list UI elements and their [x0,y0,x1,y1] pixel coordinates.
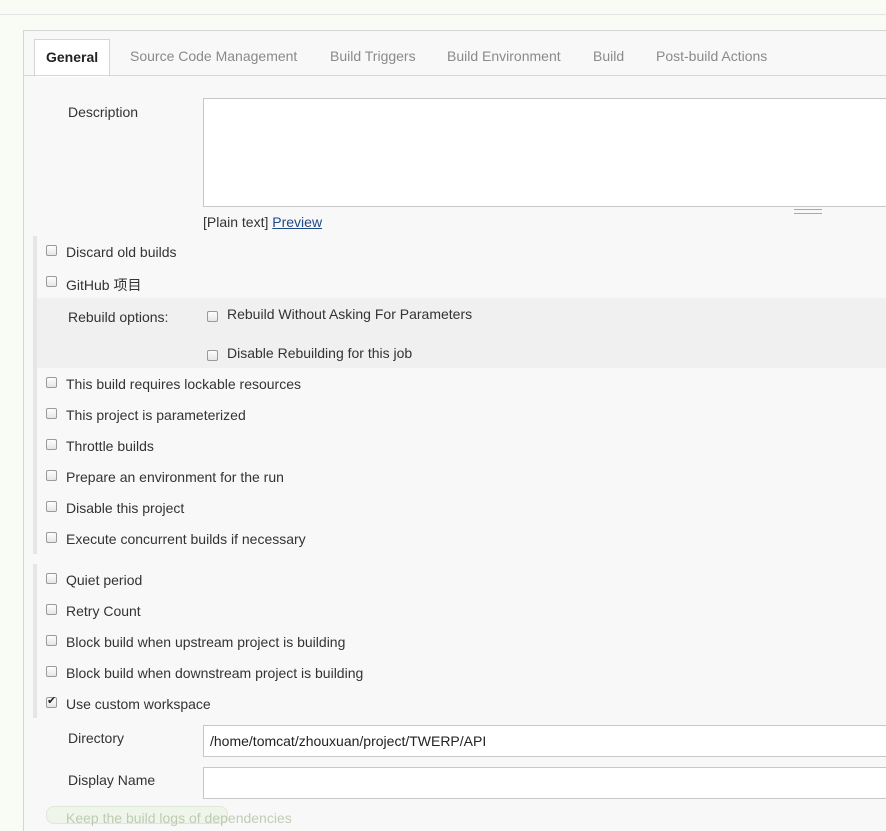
tab-underline [24,75,886,76]
block-upstream-checkbox[interactable] [46,635,57,646]
block-upstream-label: Block build when upstream project is bui… [66,634,346,650]
tab-build[interactable]: Build [593,39,624,75]
throttle-builds-checkbox[interactable] [46,439,57,450]
parameterized-checkbox[interactable] [46,408,57,419]
top-divider [0,14,886,15]
disable-project-checkbox[interactable] [46,501,57,512]
block-downstream-label: Block build when downstream project is b… [66,665,364,681]
directory-label: Directory [68,730,125,746]
section-bar-1 [33,236,37,554]
tab-post-build-actions[interactable]: Post-build Actions [656,39,767,75]
plain-text-label: [Plain text] [203,214,269,230]
prepare-environment-label: Prepare an environment for the run [66,469,284,485]
discard-old-builds-label: Discard old builds [66,244,177,260]
lockable-resources-checkbox[interactable] [46,377,57,388]
rebuild-without-asking-checkbox[interactable] [207,311,218,322]
throttle-builds-label: Throttle builds [66,438,154,454]
rebuild-without-asking-label: Rebuild Without Asking For Parameters [227,306,473,322]
prepare-environment-checkbox[interactable] [46,470,57,481]
tab-build-environment[interactable]: Build Environment [447,39,561,75]
lockable-resources-label: This build requires lockable resources [66,376,301,392]
description-label: Description [68,104,139,120]
custom-workspace-label: Use custom workspace [66,696,211,712]
disable-project-label: Disable this project [66,500,185,516]
display-name-input[interactable] [203,767,886,799]
quiet-period-checkbox[interactable] [46,573,57,584]
retry-count-checkbox[interactable] [46,604,57,615]
directory-input[interactable]: /home/tomcat/zhouxuan/project/TWERP/API [203,725,886,757]
tab-general[interactable]: General [34,39,111,77]
tab-build-triggers[interactable]: Build Triggers [330,39,416,75]
disable-rebuilding-checkbox[interactable] [207,350,218,361]
section-bar-2 [33,564,37,718]
preview-link[interactable]: Preview [272,214,322,230]
concurrent-builds-checkbox[interactable] [46,532,57,543]
discard-old-builds-checkbox[interactable] [46,245,57,256]
custom-workspace-checkbox[interactable] [46,694,57,708]
retry-count-label: Retry Count [66,603,141,619]
tab-source-code-management[interactable]: Source Code Management [130,39,297,75]
keep-build-logs-label: Keep the build logs of dependencies [66,810,292,826]
parameterized-label: This project is parameterized [66,407,246,423]
github-project-label: GitHub 项目 [66,277,142,293]
disable-rebuilding-label: Disable Rebuilding for this job [227,345,413,361]
concurrent-builds-label: Execute concurrent builds if necessary [66,531,306,547]
job-config-panel: General Source Code Management Build Tri… [23,30,886,831]
github-project-checkbox[interactable] [46,276,57,287]
plain-text-hint: [Plain text] Preview [203,214,322,230]
rebuild-options-label: Rebuild options: [68,309,169,325]
block-downstream-checkbox[interactable] [46,666,57,677]
display-name-label: Display Name [68,772,156,788]
description-textarea[interactable] [203,98,886,207]
quiet-period-label: Quiet period [66,572,143,588]
textarea-resize-handle[interactable] [794,209,822,214]
